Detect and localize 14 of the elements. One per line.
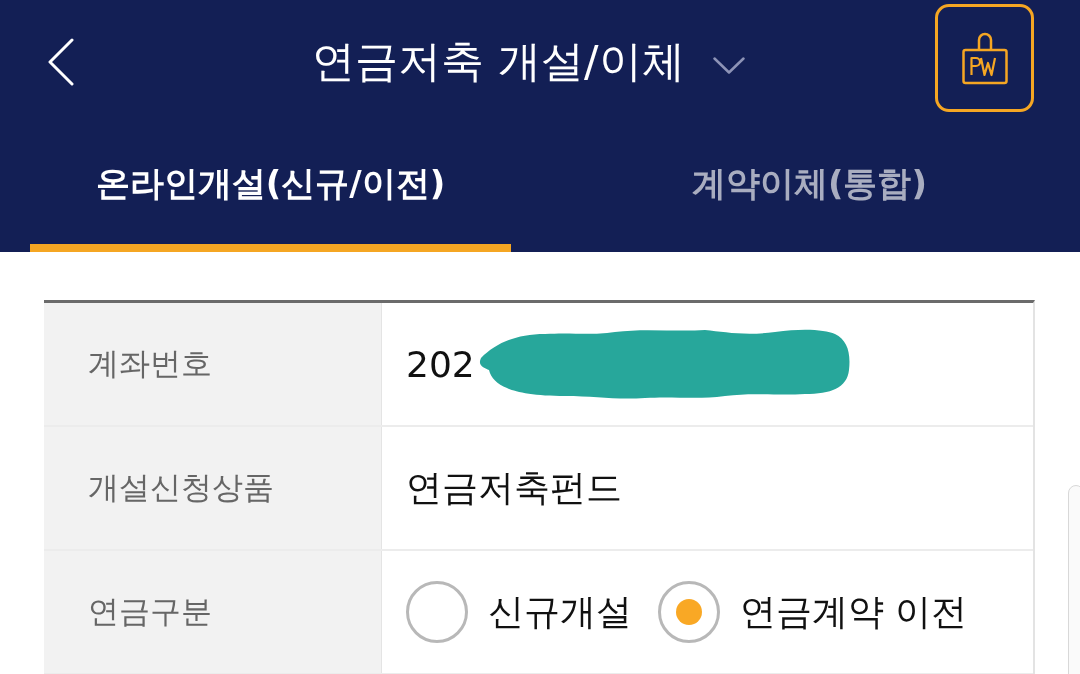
tab[interactable]: 계약이체(통합) (569, 124, 1050, 252)
field-label: 계좌번호 (44, 303, 382, 425)
field-label: 연금구분 (44, 551, 382, 673)
page-title: 연금저축 개설/이체 (312, 35, 685, 88)
radio-label[interactable]: 연금계약 이전 (740, 587, 968, 637)
back-chevron-icon (48, 38, 74, 86)
field-label: 개설신청상품 (44, 427, 382, 549)
password-button[interactable] (935, 4, 1034, 112)
field-value: 연금저축펀드 (406, 465, 622, 510)
radio-label[interactable]: 신규개설 (488, 587, 632, 637)
field-value: 202 (406, 343, 475, 385)
padlock-pw-icon (961, 31, 1008, 85)
tab[interactable]: 온라인개설(신규/이전) (30, 124, 511, 252)
chevron-down-icon[interactable] (712, 56, 745, 74)
